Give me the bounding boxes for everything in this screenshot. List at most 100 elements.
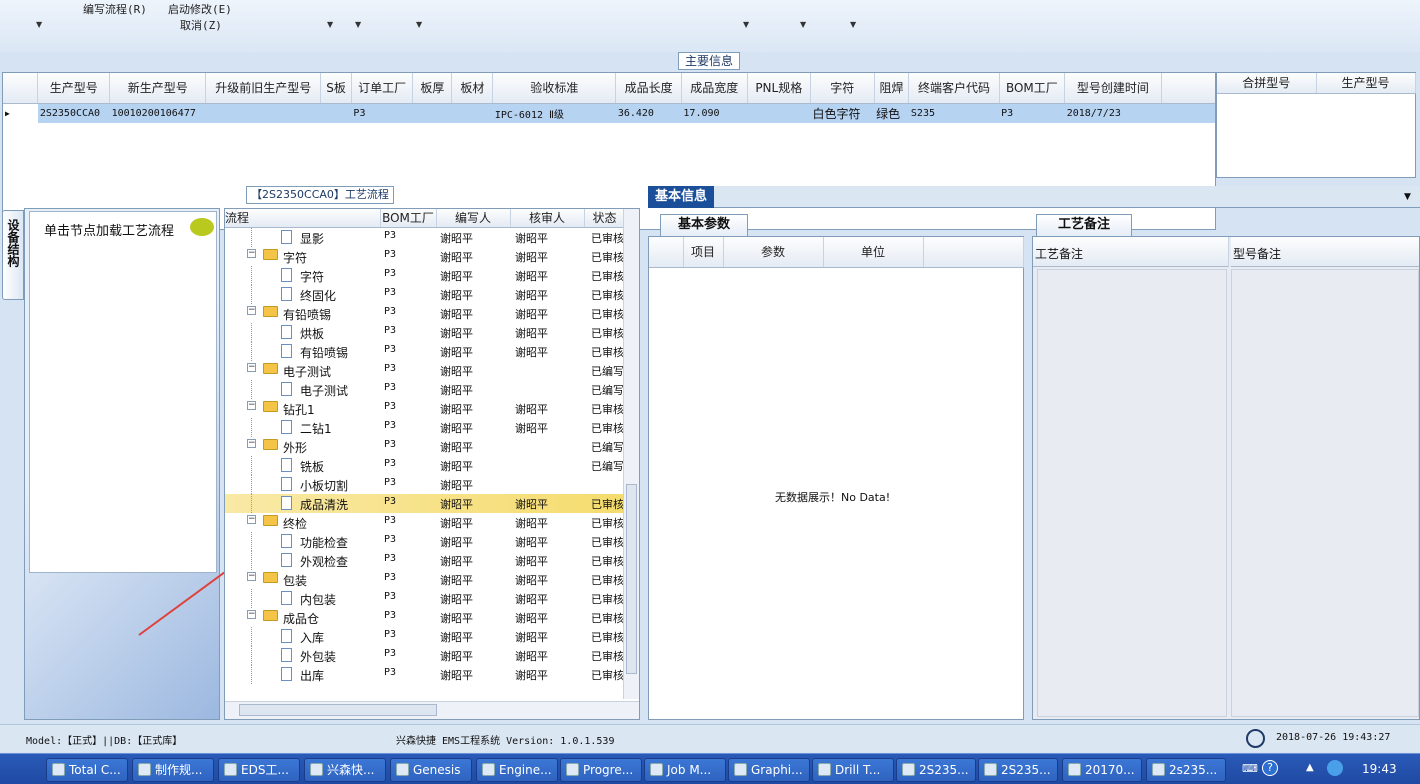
process-notes-textarea[interactable] [1037,269,1227,717]
basic-params-grid[interactable]: 项目 参数 单位 无数据展示！No Data! [648,236,1024,720]
dropdown-arrow-icon[interactable]: ▼ [416,20,422,29]
tree-leaf-node[interactable]: 内包装 P3 谢昭平 谢昭平 已审核 [225,589,625,608]
menu-item-start-edit[interactable]: 启动修改(E) [168,1,232,17]
column-header[interactable]: 验收标准 [492,73,617,104]
taskbar-item[interactable]: Total C... [46,758,128,782]
collapse-toggle-icon[interactable]: − [247,439,256,448]
table-cell[interactable]: 白色字符 [810,103,875,123]
column-header[interactable]: 核审人 [510,209,585,228]
column-header[interactable]: BOM工厂 [999,73,1066,104]
network-icon[interactable] [1327,760,1343,776]
tab-process-notes[interactable]: 工艺备注 [1036,214,1132,236]
flow-tree[interactable]: 显影 P3 谢昭平 谢昭平 已审核 − 字符 P3 谢昭平 谢昭平 已审核 字符 P3 谢昭平 谢昭平 已审核… [225,228,625,700]
column-header[interactable]: 流程 [225,209,381,228]
menu-item-write-flow[interactable]: 编写流程(R) [83,1,147,17]
column-header[interactable]: S板 [320,73,352,104]
taskbar-item[interactable]: Engine... [476,758,558,782]
tree-leaf-node[interactable]: 有铅喷锡 P3 谢昭平 谢昭平 已审核 [225,342,625,361]
table-cell[interactable]: 2S2350CCA0 [37,103,110,123]
keyboard-icon[interactable]: ⌨ [1242,762,1258,775]
tab-basic-params[interactable]: 基本参数 [660,214,748,236]
dropdown-arrow-icon[interactable]: ▼ [743,20,749,29]
column-header[interactable]: 成品长度 [615,73,682,104]
column-header[interactable]: 终端客户代码 [908,73,1000,104]
table-cell[interactable]: 2018/7/23 [1064,103,1162,123]
collapse-toggle-icon[interactable]: − [247,363,256,372]
tree-leaf-node[interactable]: 外观检查 P3 谢昭平 谢昭平 已审核 [225,551,625,570]
taskbar-clock[interactable]: 19:43 [1362,762,1397,776]
taskbar-item[interactable]: 2S235... [896,758,976,782]
dropdown-arrow-icon[interactable]: ▼ [36,20,42,29]
table-cell[interactable]: IPC-6012 Ⅱ级 [492,103,616,123]
column-header[interactable]: 合拼型号 [1217,73,1317,94]
column-header[interactable]: PNL规格 [747,73,812,104]
tree-group-node[interactable]: − 外形 P3 谢昭平 已编写 [225,437,625,456]
tree-leaf-node[interactable]: 入库 P3 谢昭平 谢昭平 已审核 [225,627,625,646]
column-header[interactable]: 参数 [723,237,824,268]
tree-leaf-node[interactable]: 字符 P3 谢昭平 谢昭平 已审核 [225,266,625,285]
collapse-toggle-icon[interactable]: − [247,306,256,315]
tree-leaf-node[interactable]: 二钻1 P3 谢昭平 谢昭平 已审核 [225,418,625,437]
table-cell[interactable]: 绿色 [874,103,909,123]
tree-group-node[interactable]: − 终检 P3 谢昭平 谢昭平 已审核 [225,513,625,532]
tree-leaf-node[interactable]: 终固化 P3 谢昭平 谢昭平 已审核 [225,285,625,304]
merged-model-grid[interactable]: 合拼型号 生产型号 [1216,72,1416,178]
column-header[interactable]: 板材 [451,73,494,104]
column-header[interactable]: 单位 [823,237,924,268]
column-header[interactable]: 成品宽度 [681,73,748,104]
table-cell[interactable] [320,103,352,123]
collapse-toggle-icon[interactable]: − [247,610,256,619]
vertical-tab-device-structure[interactable]: 设备结构 [2,210,24,300]
tree-group-node[interactable]: − 有铅喷锡 P3 谢昭平 谢昭平 已审核 [225,304,625,323]
dropdown-arrow-icon[interactable]: ▼ [327,20,333,29]
column-header[interactable]: 新生产型号 [109,73,207,104]
tree-leaf-node[interactable]: 外包装 P3 谢昭平 谢昭平 已审核 [225,646,625,665]
collapse-toggle-icon[interactable]: − [247,401,256,410]
tree-group-node[interactable]: − 成品仓 P3 谢昭平 谢昭平 已审核 [225,608,625,627]
collapse-toggle-icon[interactable]: − [247,572,256,581]
column-header[interactable]: 板厚 [412,73,453,104]
column-header[interactable]: 项目 [683,237,724,268]
tree-group-node[interactable]: − 电子测试 P3 谢昭平 已编写 [225,361,625,380]
column-header[interactable]: 订单工厂 [351,73,414,104]
vertical-scrollbar[interactable] [623,209,639,699]
column-header[interactable]: 升级前旧生产型号 [205,73,322,104]
tree-group-node[interactable]: − 钻孔1 P3 谢昭平 谢昭平 已审核 [225,399,625,418]
table-cell[interactable]: 36.420 [615,103,682,123]
menu-item-cancel[interactable]: 取消(Z) [180,17,222,33]
table-cell[interactable] [205,103,321,123]
tree-leaf-node[interactable]: 铣板 P3 谢昭平 已编写 [225,456,625,475]
taskbar-item[interactable]: Progre... [560,758,642,782]
table-cell[interactable] [747,103,811,123]
taskbar-item[interactable]: EDS工... [218,758,300,782]
scrollbar-thumb[interactable] [239,704,437,716]
tree-leaf-node[interactable]: 电子测试 P3 谢昭平 已编写 [225,380,625,399]
scrollbar-thumb[interactable] [626,484,637,674]
model-notes-textarea[interactable] [1231,269,1419,717]
column-header[interactable]: 生产型号 [37,73,111,104]
chevron-down-icon[interactable]: ▼ [1404,192,1411,202]
tree-leaf-node[interactable]: 烘板 P3 谢昭平 谢昭平 已审核 [225,323,625,342]
tab-basic-info[interactable]: 基本信息 [648,186,714,208]
dropdown-arrow-icon[interactable]: ▼ [850,20,856,29]
horizontal-scrollbar[interactable] [225,701,639,719]
column-header[interactable]: 阻焊 [874,73,910,104]
help-icon[interactable]: ? [1262,760,1278,776]
collapse-toggle-icon[interactable]: − [247,249,256,258]
dropdown-arrow-icon[interactable]: ▼ [355,20,361,29]
table-cell[interactable] [412,103,452,123]
taskbar-item[interactable]: Genesis [390,758,472,782]
tree-leaf-node[interactable]: 功能检查 P3 谢昭平 谢昭平 已审核 [225,532,625,551]
table-cell[interactable]: 10010200106477 [109,103,206,123]
table-cell[interactable]: P3 [999,103,1065,123]
taskbar-item[interactable]: Graphi... [728,758,810,782]
collapse-toggle-icon[interactable]: − [247,515,256,524]
tree-leaf-node[interactable]: 小板切割 P3 谢昭平 [225,475,625,494]
taskbar-item[interactable]: Job M... [644,758,726,782]
taskbar-item[interactable]: 兴森快... [304,758,386,782]
table-cell[interactable] [451,103,493,123]
column-header[interactable]: 型号创建时间 [1064,73,1162,104]
tree-leaf-node[interactable]: 显影 P3 谢昭平 谢昭平 已审核 [225,228,625,247]
table-row[interactable]: ▶ 2S2350CCA0 10010200106477 P3 IPC-6012 … [3,103,1215,123]
table-cell[interactable]: P3 [351,103,413,123]
